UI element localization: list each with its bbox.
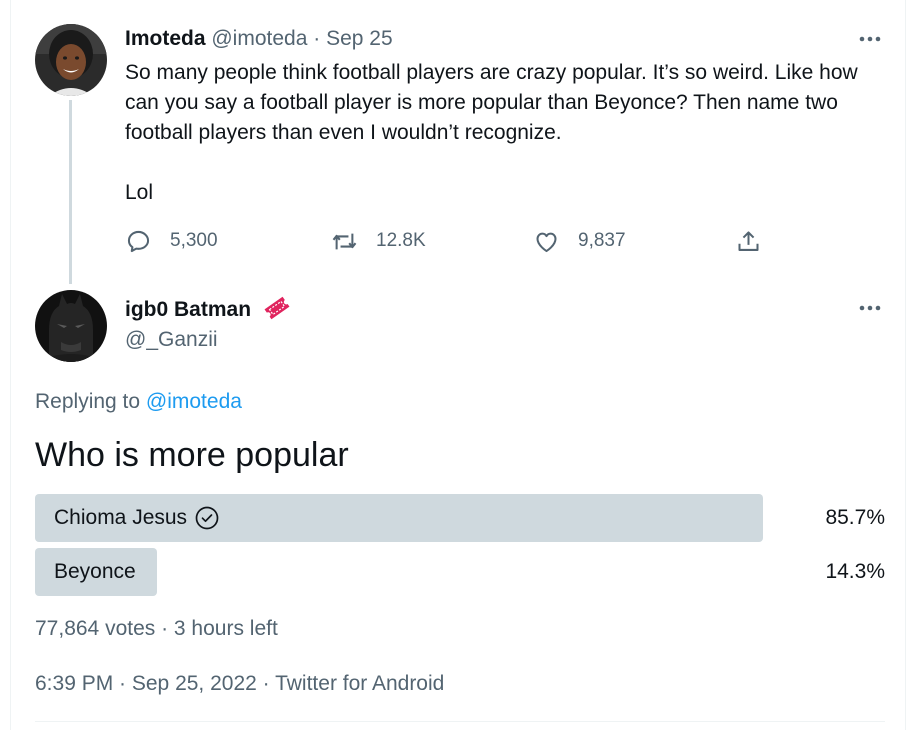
poll-option-beyonce[interactable]: Beyonce: [54, 548, 136, 596]
tweet-timestamp[interactable]: 6:39 PM · Sep 25, 2022 · Twitter for And…: [35, 671, 444, 697]
reply-author-handle[interactable]: @_Ganzii: [125, 328, 218, 351]
reply-author-name-row: igb0 Batman: [125, 296, 291, 327]
thread-connector-line: [69, 100, 72, 284]
retweet-icon: [332, 233, 357, 249]
replying-to-handle[interactable]: @imoteda: [146, 390, 242, 413]
poll-option-label: Beyonce: [54, 560, 136, 583]
tweet-header: Imoteda @imoteda · Sep 25: [125, 26, 393, 52]
check-circle-icon: [195, 506, 219, 530]
poll-percent-chioma-jesus: 85.7%: [825, 506, 885, 529]
tweet-more-button[interactable]: [855, 27, 885, 51]
tweet-body: So many people think football players ar…: [125, 58, 865, 208]
like-button[interactable]: 9,837: [533, 226, 626, 256]
poll-question: Who is more popular: [35, 436, 349, 474]
reply-handle-row: @_Ganzii: [125, 327, 218, 353]
replying-to-prefix: Replying to: [35, 390, 141, 413]
heart-icon: [536, 232, 557, 252]
poll-percent-beyonce: 14.3%: [825, 560, 885, 583]
like-count: 9,837: [578, 230, 626, 251]
tweet-text-main: So many people think football players ar…: [125, 61, 858, 144]
tweet-date[interactable]: Sep 25: [326, 27, 393, 50]
share-button[interactable]: [735, 226, 762, 256]
divider: [35, 721, 885, 722]
retweet-button[interactable]: 12.8K: [331, 226, 426, 256]
poll-option-label: Chioma Jesus: [54, 506, 188, 529]
author-handle[interactable]: @imoteda: [211, 27, 307, 50]
replying-to-line: Replying to @imoteda: [35, 389, 242, 415]
author-name[interactable]: Imoteda: [125, 27, 206, 50]
reply-more-button[interactable]: [855, 296, 885, 320]
avatar-imoteda[interactable]: [35, 24, 107, 96]
more-icon: [859, 36, 881, 42]
poll-summary: 77,864 votes · 3 hours left: [35, 617, 278, 640]
reply-button[interactable]: 5,300: [125, 226, 218, 256]
avatar-ganzii[interactable]: [35, 290, 107, 362]
reply-count: 5,300: [170, 230, 218, 251]
share-icon: [738, 230, 759, 251]
poll-option-chioma-jesus[interactable]: Chioma Jesus: [54, 494, 219, 542]
tweet-text-lol: Lol: [125, 181, 154, 204]
header-separator: ·: [313, 27, 321, 50]
more-icon: [859, 305, 881, 311]
reply-author-name[interactable]: igb0 Batman: [125, 298, 251, 321]
reply-icon: [127, 230, 150, 252]
ticket-badge-icon: [263, 296, 291, 327]
retweet-count: 12.8K: [376, 230, 426, 251]
